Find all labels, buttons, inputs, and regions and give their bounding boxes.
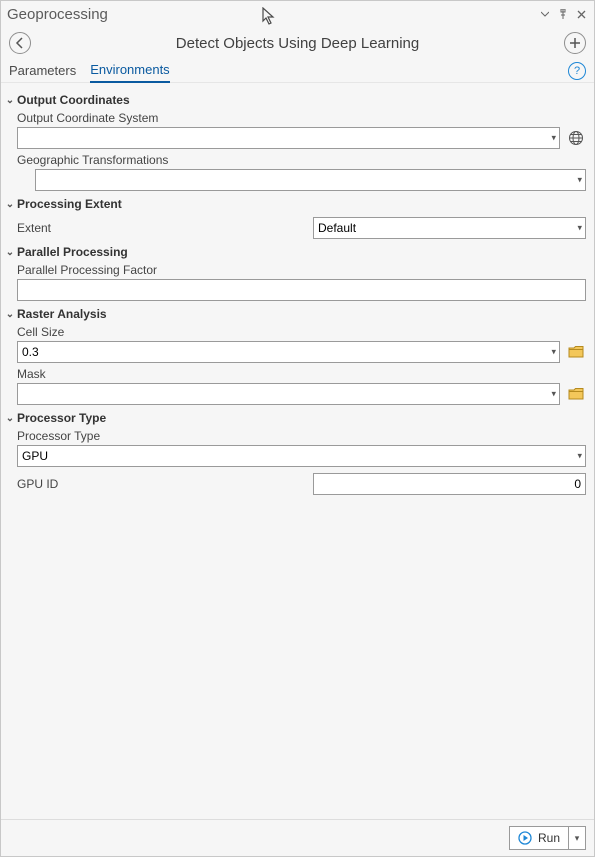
tab-environments[interactable]: Environments [90,59,169,83]
cell-size-browse-button[interactable] [566,342,586,362]
label-extent: Extent [17,221,313,235]
chevron-down-icon: ⌄ [5,95,15,106]
section-title: Processor Type [17,411,106,425]
run-button[interactable]: Run ▾ [509,826,586,850]
chevron-down-icon: ⌄ [5,309,15,320]
gpu-id-input[interactable] [313,473,586,495]
environments-panel: ⌄ Output Coordinates Output Coordinate S… [1,83,594,819]
chevron-down-icon: ⌄ [5,247,15,258]
label-gpu-id: GPU ID [17,477,313,491]
coordinate-system-picker-button[interactable] [566,128,586,148]
run-button-dropdown[interactable]: ▾ [569,827,585,849]
help-icon: ? [574,65,580,77]
section-header-processor-type[interactable]: ⌄ Processor Type [3,411,586,425]
play-icon [518,831,532,845]
globe-icon [568,130,584,146]
section-header-raster-analysis[interactable]: ⌄ Raster Analysis [3,307,586,321]
close-icon[interactable] [574,7,588,21]
add-button[interactable] [564,32,586,54]
label-mask: Mask [17,367,586,381]
section-title: Output Coordinates [17,93,130,107]
label-output-coordinate-system: Output Coordinate System [17,111,586,125]
pin-icon[interactable] [556,7,570,21]
section-raster-analysis: ⌄ Raster Analysis Cell Size ▾ [3,307,586,405]
plus-icon [569,37,581,49]
section-title: Raster Analysis [17,307,107,321]
geographic-transformations-input[interactable] [35,169,586,191]
tool-header: Detect Objects Using Deep Learning [1,27,594,59]
section-header-processing-extent[interactable]: ⌄ Processing Extent [3,197,586,211]
tab-parameters[interactable]: Parameters [9,59,76,83]
footer: Run ▾ [1,819,594,856]
label-processor-type: Processor Type [17,429,586,443]
chevron-down-icon: ⌄ [5,199,15,210]
section-title: Processing Extent [17,197,122,211]
cell-size-input[interactable] [17,341,560,363]
output-coordinate-system-input[interactable] [17,127,560,149]
section-header-parallel-processing[interactable]: ⌄ Parallel Processing [3,245,586,259]
folder-icon [568,387,584,401]
pane-title-bar: Geoprocessing [1,1,594,27]
mouse-cursor-icon [262,7,278,27]
label-cell-size: Cell Size [17,325,586,339]
tabs: Parameters Environments ? [1,59,594,83]
pane-title: Geoprocessing [7,6,108,23]
help-button[interactable]: ? [568,62,586,80]
label-geographic-transformations: Geographic Transformations [17,153,586,167]
tool-title: Detect Objects Using Deep Learning [31,35,564,52]
mask-input[interactable] [17,383,560,405]
back-arrow-icon [14,37,26,49]
section-title: Parallel Processing [17,245,128,259]
chevron-down-icon: ⌄ [5,413,15,424]
back-button[interactable] [9,32,31,54]
section-parallel-processing: ⌄ Parallel Processing Parallel Processin… [3,245,586,301]
section-processor-type: ⌄ Processor Type Processor Type ▾ GPU ID [3,411,586,495]
parallel-processing-factor-input[interactable] [17,279,586,301]
section-header-output-coordinates[interactable]: ⌄ Output Coordinates [3,93,586,107]
folder-icon [568,345,584,359]
processor-type-input[interactable] [17,445,586,467]
section-output-coordinates: ⌄ Output Coordinates Output Coordinate S… [3,93,586,191]
mask-browse-button[interactable] [566,384,586,404]
extent-input[interactable] [313,217,586,239]
run-button-label: Run [538,831,560,845]
section-processing-extent: ⌄ Processing Extent Extent ▾ [3,197,586,239]
menu-dropdown-icon[interactable] [538,7,552,21]
label-parallel-processing-factor: Parallel Processing Factor [17,263,586,277]
